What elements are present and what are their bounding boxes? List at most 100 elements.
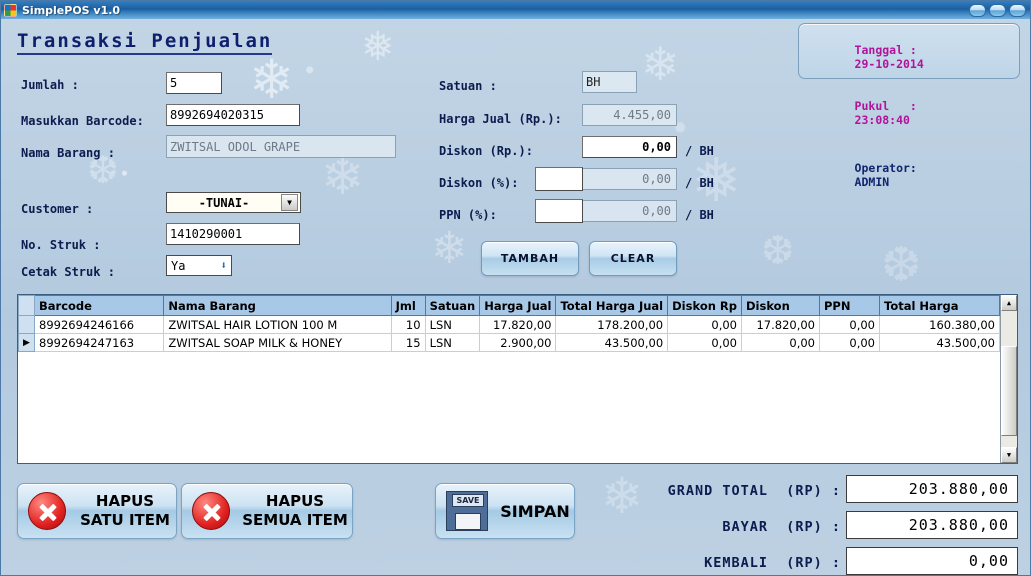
diskon-rp-label: Diskon (Rp.):	[439, 144, 533, 158]
cell-nama-barang[interactable]: ZWITSAL SOAP MILK & HONEY	[163, 333, 392, 352]
tambah-button[interactable]: TAMBAH	[481, 241, 579, 276]
diskon-persen-label: Diskon (%):	[439, 176, 519, 190]
hapus-satu-line2: SATU ITEM	[80, 511, 170, 529]
cell-harga-jual[interactable]: 2.900,00	[479, 333, 557, 352]
cell-total-harga[interactable]: 43.500,00	[879, 333, 1000, 352]
diskon-rp-unit: / BH	[685, 144, 714, 158]
hapus-semua-line2: SEMUA ITEM	[242, 511, 348, 529]
tanggal-line: Tanggal : 29-10-2014	[813, 29, 1019, 85]
cetak-struk-label: Cetak Struk :	[21, 265, 115, 279]
cell-ppn[interactable]: 0,00	[819, 315, 880, 334]
snowflake-decoration: ❄	[431, 223, 468, 274]
row-marker[interactable]	[18, 315, 35, 334]
barcode-input[interactable]: 8992694020315	[166, 104, 300, 126]
chevron-down-icon[interactable]: ▼	[281, 194, 298, 211]
cell-diskon-rp[interactable]: 0,00	[667, 315, 742, 334]
window-title: SimplePOS v1.0	[22, 3, 121, 17]
cell-barcode[interactable]: 8992694246166	[33, 315, 165, 334]
column-header-jml[interactable]: Jml	[390, 295, 426, 316]
column-header-harga-jual[interactable]: Harga Jual	[479, 295, 557, 316]
delete-all-circle-x-icon	[192, 492, 230, 530]
snowflake-decoration: ❄	[641, 37, 680, 91]
column-header-nama-barang[interactable]: Nama Barang	[163, 295, 392, 316]
table-row[interactable]: ▶ 8992694247163 ZWITSAL SOAP MILK & HONEY 1…	[18, 333, 1000, 352]
cell-jml[interactable]: 15	[390, 333, 426, 352]
hapus-semua-item-button[interactable]: HAPUS SEMUA ITEM	[181, 483, 353, 539]
cell-satuan[interactable]: LSN	[424, 315, 481, 334]
page-title: Transaksi Penjualan	[17, 30, 273, 55]
harga-jual-label: Harga Jual (Rp.):	[439, 112, 562, 126]
grid-body: Barcode Nama Barang Jml Satuan Harga Jual Tot…	[18, 295, 1000, 463]
cell-diskon[interactable]: 17.820,00	[741, 315, 820, 334]
grand-total-value: 203.880,00	[846, 475, 1018, 503]
hapus-satu-item-label: HAPUS SATU ITEM	[74, 492, 176, 530]
cell-satuan[interactable]: LSN	[424, 333, 481, 352]
column-header-diskon-rp[interactable]: Diskon Rp	[667, 295, 742, 316]
customer-label: Customer :	[21, 202, 94, 216]
column-header-ppn[interactable]: PPN	[819, 295, 880, 316]
cetak-struk-select[interactable]: Ya ⬇	[166, 255, 232, 276]
window-controls	[969, 3, 1030, 17]
nama-barang-label: Nama Barang :	[21, 146, 115, 160]
grid-scrollbar[interactable]: ▲ ▼	[1000, 295, 1017, 463]
satuan-field: BH	[582, 71, 637, 93]
simpan-button[interactable]: SAVE SIMPAN	[435, 483, 575, 539]
bayar-input[interactable]: 203.880,00	[846, 511, 1018, 539]
scroll-down-button[interactable]: ▼	[1001, 447, 1017, 463]
cell-total-harga-jual[interactable]: 178.200,00	[555, 315, 669, 334]
floppy-save-icon: SAVE	[446, 491, 488, 531]
diskon-persen-input[interactable]	[535, 167, 583, 191]
clear-button[interactable]: CLEAR	[589, 241, 677, 276]
cell-diskon-rp[interactable]: 0,00	[667, 333, 742, 352]
snowflake-decoration: ❆	[881, 237, 922, 293]
scrollbar-thumb[interactable]	[1001, 346, 1017, 437]
simplepos-window: ❄ ❅ ❄ ❆ ❄ ❅ ❄ ❆ ❄ ❅ ❄ ❆ SimplePOS v1.0 T…	[0, 0, 1031, 576]
cell-barcode[interactable]: 8992694247163	[33, 333, 165, 352]
cell-total-harga-jual[interactable]: 43.500,00	[555, 333, 669, 352]
cell-total-harga[interactable]: 160.380,00	[879, 315, 1000, 334]
minimize-button[interactable]	[969, 3, 986, 17]
scrollbar-track[interactable]	[1001, 311, 1017, 447]
hapus-satu-item-button[interactable]: HAPUS SATU ITEM	[17, 483, 177, 539]
pukul-value: 23:08:40	[854, 113, 910, 127]
session-info-box: Tanggal : 29-10-2014 Pukul : 23:08:40 Op…	[798, 23, 1020, 189]
row-marker-header	[18, 295, 35, 316]
cell-diskon[interactable]: 0,00	[741, 333, 820, 352]
snowflake-decoration: ❄	[249, 48, 295, 111]
column-header-total-harga-jual[interactable]: Total Harga Jual	[555, 295, 669, 316]
kembali-label: KEMBALI (RP) :	[704, 555, 841, 571]
table-row[interactable]: 8992694246166 ZWITSAL HAIR LOTION 100 M 10…	[18, 315, 1000, 334]
maximize-button[interactable]	[989, 3, 1006, 17]
hapus-semua-line1: HAPUS	[265, 492, 325, 510]
floppy-shutter	[455, 513, 481, 530]
chevron-down-icon[interactable]: ⬇	[220, 259, 227, 272]
cell-nama-barang[interactable]: ZWITSAL HAIR LOTION 100 M	[163, 315, 392, 334]
tanggal-value: 29-10-2014	[854, 57, 924, 71]
grid-empty-area	[18, 352, 1000, 462]
cell-ppn[interactable]: 0,00	[819, 333, 880, 352]
close-button[interactable]	[1009, 3, 1026, 17]
column-header-diskon[interactable]: Diskon	[741, 295, 820, 316]
no-struk-label: No. Struk :	[21, 238, 101, 252]
jumlah-input[interactable]: 5	[166, 72, 222, 94]
satuan-label: Satuan :	[439, 79, 497, 93]
column-header-total-harga[interactable]: Total Harga	[879, 295, 1000, 316]
save-icon-text: SAVE	[452, 494, 484, 507]
column-header-barcode[interactable]: Barcode	[33, 295, 165, 316]
cell-harga-jual[interactable]: 17.820,00	[479, 315, 557, 334]
scroll-up-button[interactable]: ▲	[1001, 295, 1017, 311]
hapus-semua-item-label: HAPUS SEMUA ITEM	[238, 492, 352, 530]
kembali-value: 0,00	[846, 547, 1018, 575]
simpan-label: SIMPAN	[500, 501, 570, 521]
row-marker[interactable]: ▶	[18, 333, 35, 352]
app-icon	[4, 3, 17, 17]
ppn-input[interactable]	[535, 199, 583, 223]
cell-jml[interactable]: 10	[390, 315, 426, 334]
pukul-label: Pukul :	[854, 99, 917, 113]
delete-circle-x-icon	[28, 492, 66, 530]
customer-select[interactable]: -TUNAI- ▼	[166, 192, 301, 213]
no-struk-input[interactable]: 1410290001	[166, 223, 300, 245]
diskon-rp-input[interactable]: 0,00	[582, 136, 677, 158]
column-header-satuan[interactable]: Satuan	[424, 295, 481, 316]
tanggal-label: Tanggal :	[854, 43, 917, 57]
